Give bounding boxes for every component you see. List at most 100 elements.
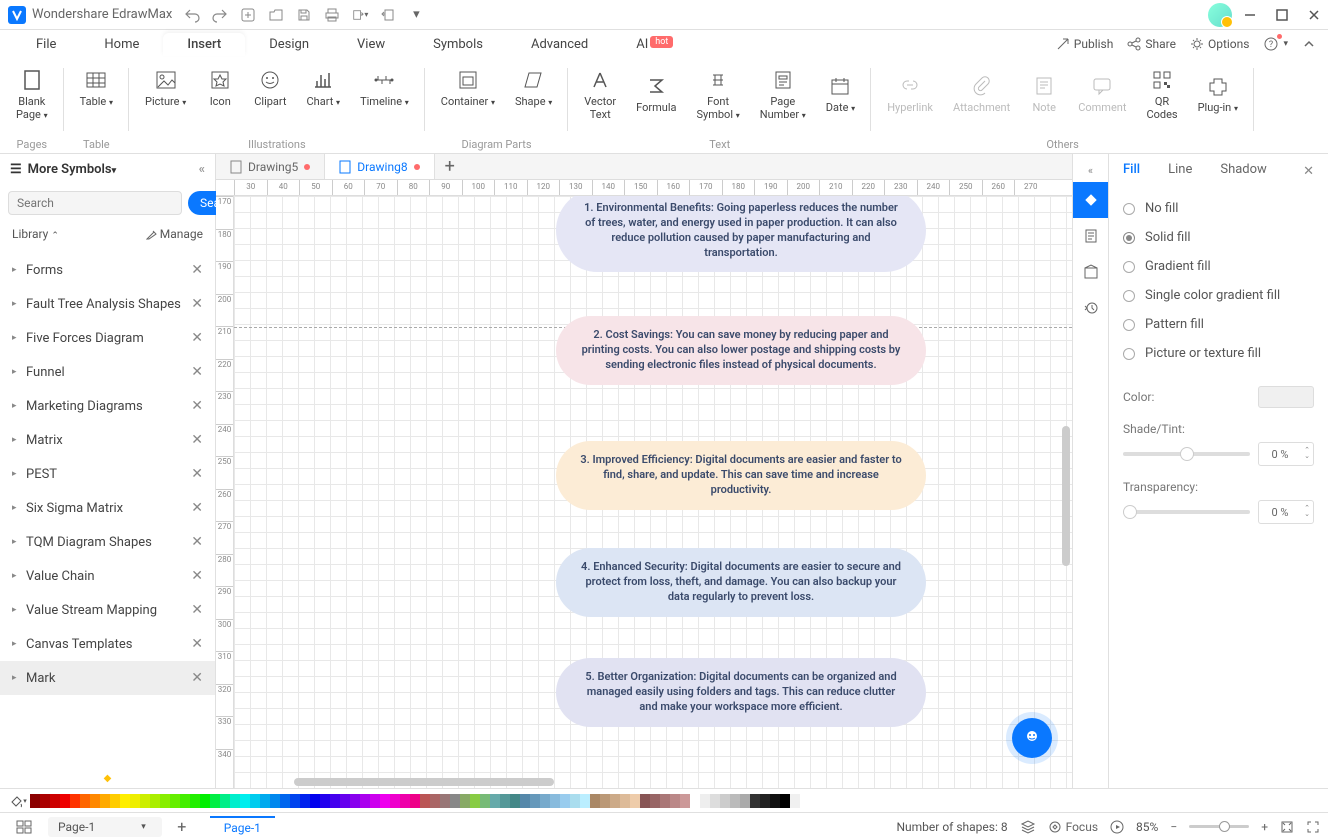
color-swatch[interactable] — [690, 794, 700, 808]
color-swatch[interactable] — [640, 794, 650, 808]
color-swatch[interactable] — [470, 794, 480, 808]
bubble-1[interactable]: 1. Environmental Benefits: Going paperle… — [556, 196, 926, 272]
color-swatch[interactable] — [270, 794, 280, 808]
publish-button[interactable]: Publish — [1056, 37, 1114, 51]
ribbon-clipart[interactable]: Clipart — [246, 62, 294, 113]
fill-tool-icon[interactable] — [1073, 182, 1109, 218]
bubble-2[interactable]: 2. Cost Savings: You can save money by r… — [556, 316, 926, 385]
document-tab-1[interactable]: Drawing8 — [325, 154, 434, 179]
color-swatch[interactable] — [70, 794, 80, 808]
fill-option-3[interactable]: Single color gradient fill — [1123, 281, 1314, 310]
color-swatch[interactable] — [540, 794, 550, 808]
color-swatch[interactable] — [520, 794, 530, 808]
transparency-slider[interactable] — [1123, 510, 1250, 514]
color-swatch[interactable] — [210, 794, 220, 808]
help-button[interactable]: ?▾ — [1263, 36, 1288, 52]
ribbon-table[interactable]: Table ▾ — [72, 62, 121, 113]
color-swatch[interactable] — [430, 794, 440, 808]
color-swatch[interactable] — [310, 794, 320, 808]
sidebar-item-11[interactable]: ▸Canvas Templates✕ — [0, 627, 215, 661]
collapse-sidebar-icon[interactable]: « — [199, 162, 205, 177]
shade-value[interactable]: 0 % — [1258, 442, 1314, 466]
expand-panel-icon[interactable]: « — [1073, 158, 1108, 182]
close-icon[interactable] — [1308, 9, 1320, 21]
collapse-ribbon-icon[interactable] — [1302, 37, 1316, 51]
sidebar-item-3[interactable]: ▸Funnel✕ — [0, 355, 215, 389]
open-icon[interactable] — [268, 7, 284, 23]
color-swatch[interactable] — [710, 794, 720, 808]
canvas[interactable]: 1. Environmental Benefits: Going paperle… — [234, 196, 1072, 788]
color-swatch[interactable] — [440, 794, 450, 808]
color-swatch[interactable] — [180, 794, 190, 808]
menu-advanced[interactable]: Advanced — [507, 33, 612, 56]
document-tab-0[interactable]: Drawing5 — [216, 154, 325, 179]
menu-file[interactable]: File — [12, 33, 80, 56]
redo-icon[interactable] — [212, 7, 228, 23]
menu-ai[interactable]: AIhot — [612, 33, 697, 56]
color-swatch[interactable] — [190, 794, 200, 808]
color-swatch[interactable] — [360, 794, 370, 808]
color-swatch[interactable] — [480, 794, 490, 808]
more-symbols-title[interactable]: More Symbols▾ — [28, 162, 116, 177]
sidebar-item-7[interactable]: ▸Six Sigma Matrix✕ — [0, 491, 215, 525]
color-swatch[interactable] — [30, 794, 40, 808]
color-swatch[interactable] — [620, 794, 630, 808]
save-icon[interactable] — [296, 7, 312, 23]
sidebar-item-12[interactable]: ▸Mark✕ — [0, 661, 215, 695]
ribbon-vectortext[interactable]: VectorText — [576, 62, 624, 125]
search-input[interactable] — [8, 191, 182, 215]
page-tool-icon[interactable] — [1073, 218, 1109, 254]
menu-insert[interactable]: Insert — [163, 33, 245, 56]
color-swatch[interactable] — [240, 794, 250, 808]
bubble-3[interactable]: 3. Improved Efficiency: Digital document… — [556, 441, 926, 510]
shadow-tab[interactable]: Shadow — [1220, 162, 1266, 181]
color-swatch[interactable] — [740, 794, 750, 808]
color-swatch[interactable] — [90, 794, 100, 808]
fill-option-1[interactable]: Solid fill — [1123, 223, 1314, 252]
color-swatch[interactable] — [760, 794, 770, 808]
color-swatch[interactable] — [100, 794, 110, 808]
menu-design[interactable]: Design — [245, 33, 333, 56]
color-swatch[interactable] — [390, 794, 400, 808]
history-tool-icon[interactable] — [1073, 290, 1109, 326]
import-icon[interactable] — [380, 7, 396, 23]
vertical-scrollbar[interactable] — [1062, 426, 1070, 566]
zoom-out-icon[interactable]: − — [1170, 820, 1177, 834]
color-swatch[interactable] — [50, 794, 60, 808]
color-swatch[interactable] — [650, 794, 660, 808]
color-swatch[interactable] — [510, 794, 520, 808]
color-swatch[interactable] — [110, 794, 120, 808]
library-label[interactable]: Library ⌃ — [12, 227, 59, 241]
color-swatch[interactable] — [80, 794, 90, 808]
color-swatch[interactable] — [460, 794, 470, 808]
color-swatch[interactable] — [140, 794, 150, 808]
page-dropdown[interactable]: Page-1▾ — [48, 817, 162, 837]
color-swatch[interactable] — [330, 794, 340, 808]
share-button[interactable]: Share — [1127, 37, 1176, 51]
color-swatch[interactable] — [770, 794, 780, 808]
color-swatch[interactable] — [630, 794, 640, 808]
ribbon-qr[interactable]: QRCodes — [1138, 62, 1185, 125]
ribbon-timeline[interactable]: Timeline ▾ — [352, 62, 417, 113]
fit-page-icon[interactable] — [1280, 820, 1294, 834]
color-swatch[interactable] — [720, 794, 730, 808]
menu-home[interactable]: Home — [80, 33, 163, 56]
sidebar-item-6[interactable]: ▸PEST✕ — [0, 457, 215, 491]
transparency-value[interactable]: 0 % — [1258, 500, 1314, 524]
color-swatch[interactable] — [200, 794, 210, 808]
export-icon[interactable]: ▾ — [352, 7, 368, 23]
color-swatch[interactable] — [500, 794, 510, 808]
options-button[interactable]: Options — [1190, 37, 1250, 51]
ribbon-shape[interactable]: Shape ▾ — [507, 62, 560, 113]
close-panel-icon[interactable]: ✕ — [1303, 164, 1314, 179]
sidebar-item-9[interactable]: ▸Value Chain✕ — [0, 559, 215, 593]
fill-tab[interactable]: Fill — [1123, 162, 1140, 181]
ribbon-container[interactable]: Container ▾ — [433, 62, 503, 113]
print-icon[interactable] — [324, 7, 340, 23]
menu-view[interactable]: View — [333, 33, 409, 56]
zoom-level[interactable]: 85% — [1136, 820, 1158, 834]
new-icon[interactable] — [240, 7, 256, 23]
sidebar-item-0[interactable]: ▸Forms✕ — [0, 253, 215, 287]
color-swatch[interactable] — [130, 794, 140, 808]
sidebar-item-1[interactable]: ▸Fault Tree Analysis Shapes✕ — [0, 287, 215, 321]
